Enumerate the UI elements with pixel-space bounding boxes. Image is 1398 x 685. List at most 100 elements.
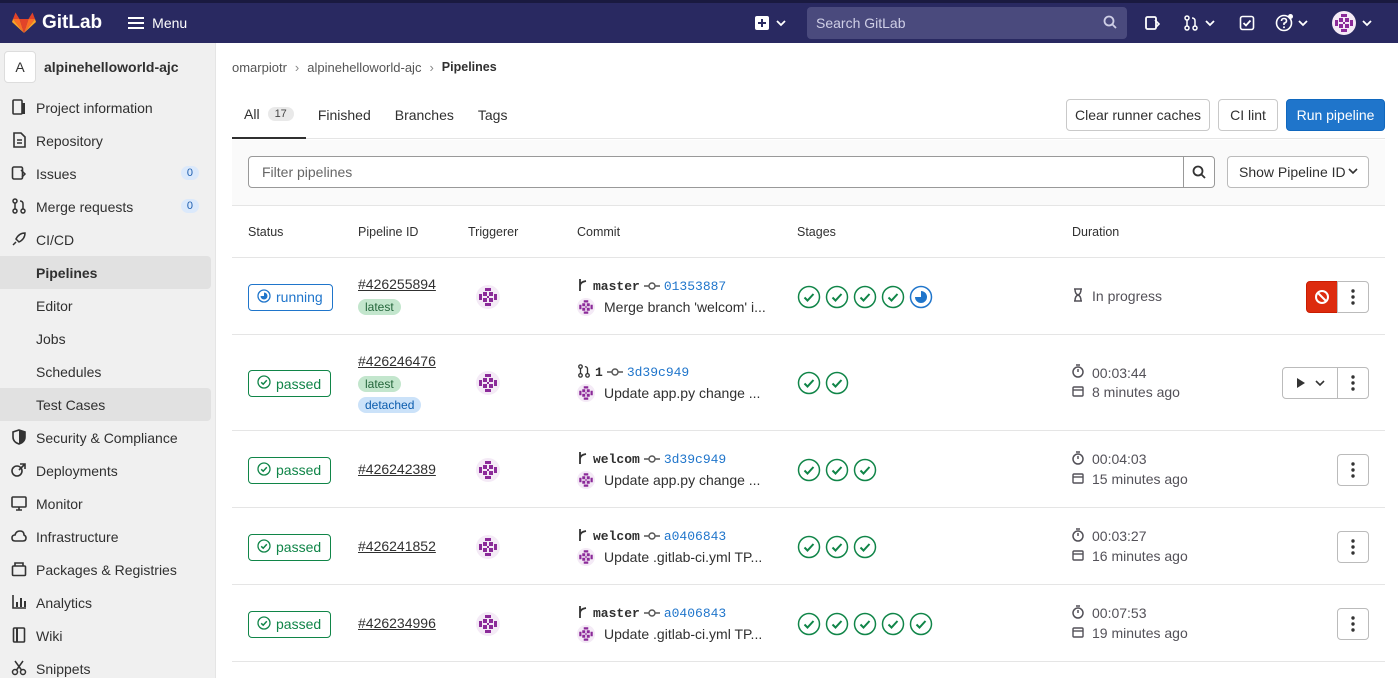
status-badge[interactable]: passed — [248, 610, 332, 638]
merge-requests-dropdown[interactable] — [1183, 3, 1215, 43]
stage-passed-icon[interactable] — [825, 535, 849, 559]
stage-passed-icon[interactable] — [797, 285, 821, 309]
stage-passed-icon[interactable] — [853, 535, 877, 559]
sidebar-item-monitor[interactable]: Monitor — [0, 487, 215, 520]
issues-shortcut[interactable] — [1144, 3, 1160, 43]
stage-passed-icon[interactable] — [797, 458, 821, 482]
tab-finished[interactable]: Finished — [306, 91, 383, 139]
sidebar-item-editor[interactable]: Editor — [0, 289, 215, 322]
ci-lint-button[interactable]: CI lint — [1218, 99, 1278, 131]
tab-tags[interactable]: Tags — [466, 91, 520, 139]
run-pipeline-button[interactable]: Run pipeline — [1286, 99, 1385, 131]
breadcrumb-owner[interactable]: omarpiotr — [232, 60, 287, 75]
commit-sha-link[interactable]: a0406843 — [664, 529, 726, 544]
tab-all[interactable]: All 17 — [232, 91, 306, 139]
stage-passed-icon[interactable] — [853, 458, 877, 482]
status-badge[interactable]: passed — [248, 533, 332, 561]
tab-branches[interactable]: Branches — [383, 91, 466, 139]
search-input[interactable]: Search GitLab — [807, 7, 1127, 39]
sidebar-item-test-cases[interactable]: Test Cases — [0, 388, 211, 421]
sidebar-item-infrastructure[interactable]: Infrastructure — [0, 520, 215, 553]
pipeline-id-link[interactable]: #426234996 — [358, 615, 436, 631]
commit-author-avatar[interactable] — [577, 384, 595, 402]
stage-passed-icon[interactable] — [825, 371, 849, 395]
pipeline-id-select[interactable]: Show Pipeline ID — [1227, 156, 1369, 188]
stage-passed-icon[interactable] — [797, 371, 821, 395]
sidebar-item-analytics[interactable]: Analytics — [0, 586, 215, 619]
sidebar-item-jobs[interactable]: Jobs — [0, 322, 215, 355]
stage-passed-icon[interactable] — [853, 285, 877, 309]
commit-title-link[interactable]: Update app.py change ... — [604, 472, 760, 488]
more-actions-button[interactable] — [1337, 453, 1369, 486]
sidebar-item-issues[interactable]: Issues 0 — [0, 157, 215, 190]
triggerer-avatar[interactable] — [476, 534, 500, 559]
pipeline-id-link[interactable]: #426255894 — [358, 276, 436, 292]
status-badge[interactable]: passed — [248, 456, 332, 484]
sidebar-item-repository[interactable]: Repository — [0, 124, 215, 157]
stage-passed-icon[interactable] — [797, 535, 821, 559]
sidebar-item-pipelines[interactable]: Pipelines — [0, 256, 211, 289]
commit-title-link[interactable]: Update app.py change ... — [604, 385, 760, 401]
more-actions-button[interactable] — [1337, 530, 1369, 563]
help-dropdown[interactable] — [1275, 3, 1308, 43]
more-actions-button[interactable] — [1337, 280, 1369, 313]
sidebar-item-project-information[interactable]: Project information — [0, 91, 215, 124]
sidebar-item-merge-requests[interactable]: Merge requests 0 — [0, 190, 215, 223]
commit-author-avatar[interactable] — [577, 297, 595, 316]
filter-search-button[interactable] — [1183, 156, 1215, 188]
stage-passed-icon[interactable] — [825, 612, 849, 636]
user-menu[interactable] — [1332, 3, 1372, 43]
status-badge[interactable]: passed — [248, 370, 332, 397]
status-badge[interactable]: running — [248, 283, 333, 311]
stage-passed-icon[interactable] — [797, 612, 821, 636]
filter-pipelines-input[interactable]: Filter pipelines — [248, 156, 1184, 188]
commit-sha-link[interactable]: 3d39c949 — [664, 452, 726, 467]
sidebar-item-wiki[interactable]: Wiki — [0, 619, 215, 652]
stage-passed-icon[interactable] — [881, 612, 905, 636]
triggerer-avatar[interactable] — [476, 457, 500, 482]
pipeline-id-link[interactable]: #426246476 — [358, 353, 436, 369]
commit-ref-name[interactable]: master — [593, 279, 640, 294]
more-actions-button[interactable] — [1337, 367, 1369, 399]
stage-passed-icon[interactable] — [909, 612, 933, 636]
project-header[interactable]: A alpinehelloworld-ajc — [0, 43, 215, 91]
commit-ref-name[interactable]: welcom — [593, 452, 640, 467]
clear-runner-caches-button[interactable]: Clear runner caches — [1066, 99, 1210, 131]
sidebar-item-snippets[interactable]: Snippets — [0, 652, 215, 685]
triggerer-avatar[interactable] — [476, 284, 500, 309]
commit-sha-link[interactable]: 01353887 — [664, 279, 726, 294]
sidebar-item-security-compliance[interactable]: Security & Compliance — [0, 421, 215, 454]
commit-sha-link[interactable]: a0406843 — [664, 606, 726, 621]
sidebar-item-cicd[interactable]: CI/CD — [0, 223, 215, 256]
stage-passed-icon[interactable] — [853, 612, 877, 636]
commit-author-avatar[interactable] — [577, 547, 595, 566]
more-actions-button[interactable] — [1337, 607, 1369, 640]
sidebar-item-deployments[interactable]: Deployments — [0, 454, 215, 487]
new-dropdown[interactable] — [754, 3, 786, 43]
triggerer-avatar[interactable] — [476, 371, 500, 395]
todos-shortcut[interactable] — [1239, 3, 1255, 43]
commit-title-link[interactable]: Update .gitlab-ci.yml TP... — [604, 549, 762, 565]
gitlab-logo[interactable]: GitLab — [12, 12, 102, 34]
pipeline-id-link[interactable]: #426242389 — [358, 461, 436, 477]
cancel-pipeline-button[interactable] — [1306, 280, 1338, 313]
commit-author-avatar[interactable] — [577, 470, 595, 489]
stage-passed-icon[interactable] — [825, 458, 849, 482]
manual-actions-dropdown[interactable] — [1282, 367, 1338, 399]
commit-ref-name[interactable]: 1 — [595, 365, 603, 380]
stage-passed-icon[interactable] — [881, 285, 905, 309]
sidebar-item-schedules[interactable]: Schedules — [0, 355, 215, 388]
commit-ref-name[interactable]: master — [593, 606, 640, 621]
breadcrumb-project[interactable]: alpinehelloworld-ajc — [307, 60, 421, 75]
pipeline-id-link[interactable]: #426241852 — [358, 538, 436, 554]
commit-title-link[interactable]: Merge branch 'welcom' i... — [604, 299, 766, 315]
triggerer-avatar[interactable] — [476, 611, 500, 636]
commit-sha-link[interactable]: 3d39c949 — [627, 365, 689, 380]
menu-button[interactable]: Menu — [128, 15, 187, 31]
commit-title-link[interactable]: Update .gitlab-ci.yml TP... — [604, 626, 762, 642]
breadcrumb-current[interactable]: Pipelines — [442, 60, 497, 74]
stage-passed-icon[interactable] — [825, 285, 849, 309]
commit-ref-name[interactable]: welcom — [593, 529, 640, 544]
sidebar-item-packages-registries[interactable]: Packages & Registries — [0, 553, 215, 586]
stage-running-icon[interactable] — [909, 285, 933, 309]
